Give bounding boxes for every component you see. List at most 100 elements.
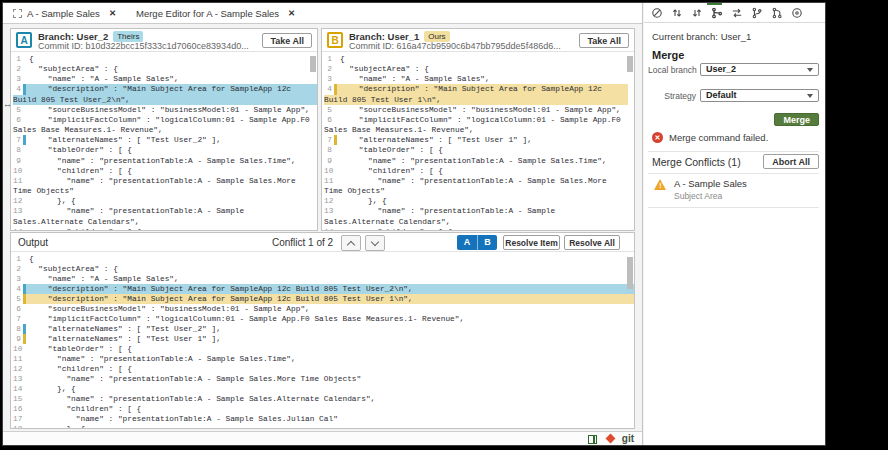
code-line: 10 "children" : [ { (324, 166, 628, 176)
switch-branch-icon[interactable] (731, 7, 743, 19)
code-line: 11 "name" : "presentationTable:A - Sampl… (13, 176, 317, 196)
line-number: 5 (13, 294, 26, 304)
tab-merge-editor[interactable]: Merge Editor for A - Sample Sales ✕ (126, 3, 305, 24)
line-number: 6 (324, 115, 337, 125)
take-b-button[interactable]: B (477, 235, 497, 250)
merge-icon[interactable] (711, 7, 723, 19)
code-line: 3 "name" : "A - Sample Sales", (13, 74, 317, 84)
line-number: 14 (324, 227, 337, 230)
take-all-button[interactable]: Take All (262, 33, 312, 48)
line-number: 14 (13, 384, 26, 394)
local-branch-label: Local branch (648, 65, 696, 75)
tab-a-sample-sales[interactable]: A - Sample Sales ✕ (3, 3, 126, 24)
line-number: 6 (13, 115, 26, 125)
code-line: 4 "description" : "Main Subject Area for… (13, 84, 317, 104)
line-number: 10 (324, 166, 337, 176)
line-number: 8 (13, 324, 26, 334)
subject-area-icon (13, 9, 22, 18)
scrollbar-thumb[interactable] (310, 56, 316, 72)
code-line: 13 "name" : "presentationTable:A - Sampl… (13, 206, 317, 226)
resolve-all-button[interactable]: Resolve All (564, 235, 620, 250)
close-icon[interactable]: ✕ (109, 8, 116, 18)
output-header: Output Conflict 1 of 2 A B Resolve Item … (11, 233, 634, 252)
merge-button[interactable]: Merge (774, 113, 819, 126)
conflict-counter: Conflict 1 of 2 (272, 237, 333, 248)
code-editor-theirs[interactable]: 1{2 "subjectArea" : {3 "name" : "A - Sam… (11, 53, 317, 230)
merge-conflicts-title: Merge Conflicts (1) (652, 156, 741, 168)
strategy-select[interactable]: Default (700, 89, 819, 102)
line-number: 2 (13, 264, 26, 274)
branch-diff-icon[interactable] (771, 7, 783, 19)
scrollbar-thumb[interactable] (627, 257, 633, 289)
close-icon[interactable]: ✕ (288, 8, 295, 18)
status-icon[interactable] (651, 7, 663, 19)
code-line: 7 "implicitFactColumn" : "logicalColumn:… (13, 314, 634, 324)
branch-icon[interactable] (751, 7, 763, 19)
line-number: 12 (13, 196, 26, 206)
code-line: 2 "subjectArea" : { (13, 64, 317, 74)
line-number: 2 (13, 64, 26, 74)
chevron-down-icon (807, 94, 813, 98)
line-number: 2 (324, 64, 337, 74)
line-number: 15 (13, 394, 26, 404)
code-line: 13 "name" : "presentationTable:A - Sampl… (13, 374, 634, 384)
take-all-button[interactable]: Take All (579, 33, 629, 48)
code-line: 16 "children" : [ { (13, 404, 634, 414)
code-line: 8 "tableOrder" : [ { (324, 145, 628, 155)
line-number: 3 (13, 274, 26, 284)
error-message: Merge command failed. (669, 132, 768, 143)
code-line: 9 "name" : "presentationTable:A - Sample… (324, 156, 628, 166)
line-number: 12 (13, 364, 26, 374)
line-number: 9 (13, 334, 26, 344)
code-line: 14 "children" : [ { (324, 227, 628, 230)
code-line: 2 "subjectArea" : { (13, 264, 634, 274)
fetch-icon[interactable] (671, 7, 683, 19)
commit-id: Commit ID: b10d322bcc15f333c1d7060ce8393… (38, 41, 249, 51)
merge-section-title: Merge (648, 49, 819, 61)
code-line: 10 "tableOrder" : [ { (13, 344, 634, 354)
divider (648, 207, 819, 208)
code-line: 2 "subjectArea" : { (324, 64, 628, 74)
resolve-item-button[interactable]: Resolve Item (503, 235, 560, 250)
panel-b-header: B Branch: User_1 Ours Commit ID: 616a47c… (322, 29, 634, 52)
line-number: 16 (13, 404, 26, 414)
line-number: 7 (13, 135, 26, 145)
tab-label: Merge Editor for A - Sample Sales (136, 8, 279, 19)
code-line: 13 "name" : "presentationTable:A - Sampl… (324, 206, 628, 226)
scrollbar-thumb[interactable] (627, 56, 633, 72)
chevron-down-icon (371, 237, 379, 245)
code-line: 8 "alternateNames" : [ "Test User_2" ], (13, 324, 634, 334)
pull-icon[interactable] (691, 7, 703, 19)
panel-toggle-icon[interactable] (588, 435, 597, 444)
code-line: 1{ (324, 54, 628, 64)
line-number: 9 (324, 156, 337, 166)
code-line: 12 }, { (324, 196, 628, 206)
splitter-handle[interactable]: ↔ (3, 99, 12, 109)
take-a-button[interactable]: A (457, 235, 477, 250)
local-branch-select[interactable]: User_2 (700, 63, 819, 76)
code-line: 18 }, { (13, 424, 634, 428)
code-line: 4 "description" : "Main Subject Area for… (324, 84, 628, 104)
abort-all-button[interactable]: Abort All (763, 154, 819, 169)
code-editor-ours[interactable]: 1{2 "subjectArea" : {3 "name" : "A - Sam… (322, 53, 634, 230)
line-number: 5 (13, 105, 26, 115)
conflict-list-item[interactable]: ! A - Sample Sales Subject Area (648, 174, 819, 207)
line-number: 7 (324, 135, 337, 145)
code-line: 6 "implicitFactColumn" : "logicalColumn:… (13, 115, 317, 135)
previous-conflict-button[interactable] (341, 235, 361, 251)
code-line: 11 "name" : "presentationTable:A - Sampl… (324, 176, 628, 196)
diff-panel-theirs: A Branch: User_2 Theirs Commit ID: b10d3… (10, 28, 318, 231)
code-line: 4 "description" : "Main Subject Area for… (13, 284, 634, 294)
local-branch-value: User_2 (706, 64, 736, 74)
output-title: Output (18, 237, 48, 248)
code-editor-output[interactable]: 1{2 "subjectArea" : {3 "name" : "A - Sam… (11, 253, 634, 428)
line-number: 14 (13, 227, 26, 230)
line-number: 5 (324, 105, 337, 115)
code-line: 12 "children" : [ { (13, 364, 634, 374)
next-conflict-button[interactable] (365, 235, 385, 251)
line-number: 13 (13, 206, 26, 216)
chevron-down-icon (807, 68, 813, 72)
strategy-value: Default (706, 90, 737, 100)
help-icon[interactable] (791, 7, 803, 19)
code-line: 8 "tableOrder" : [ { (13, 145, 317, 155)
